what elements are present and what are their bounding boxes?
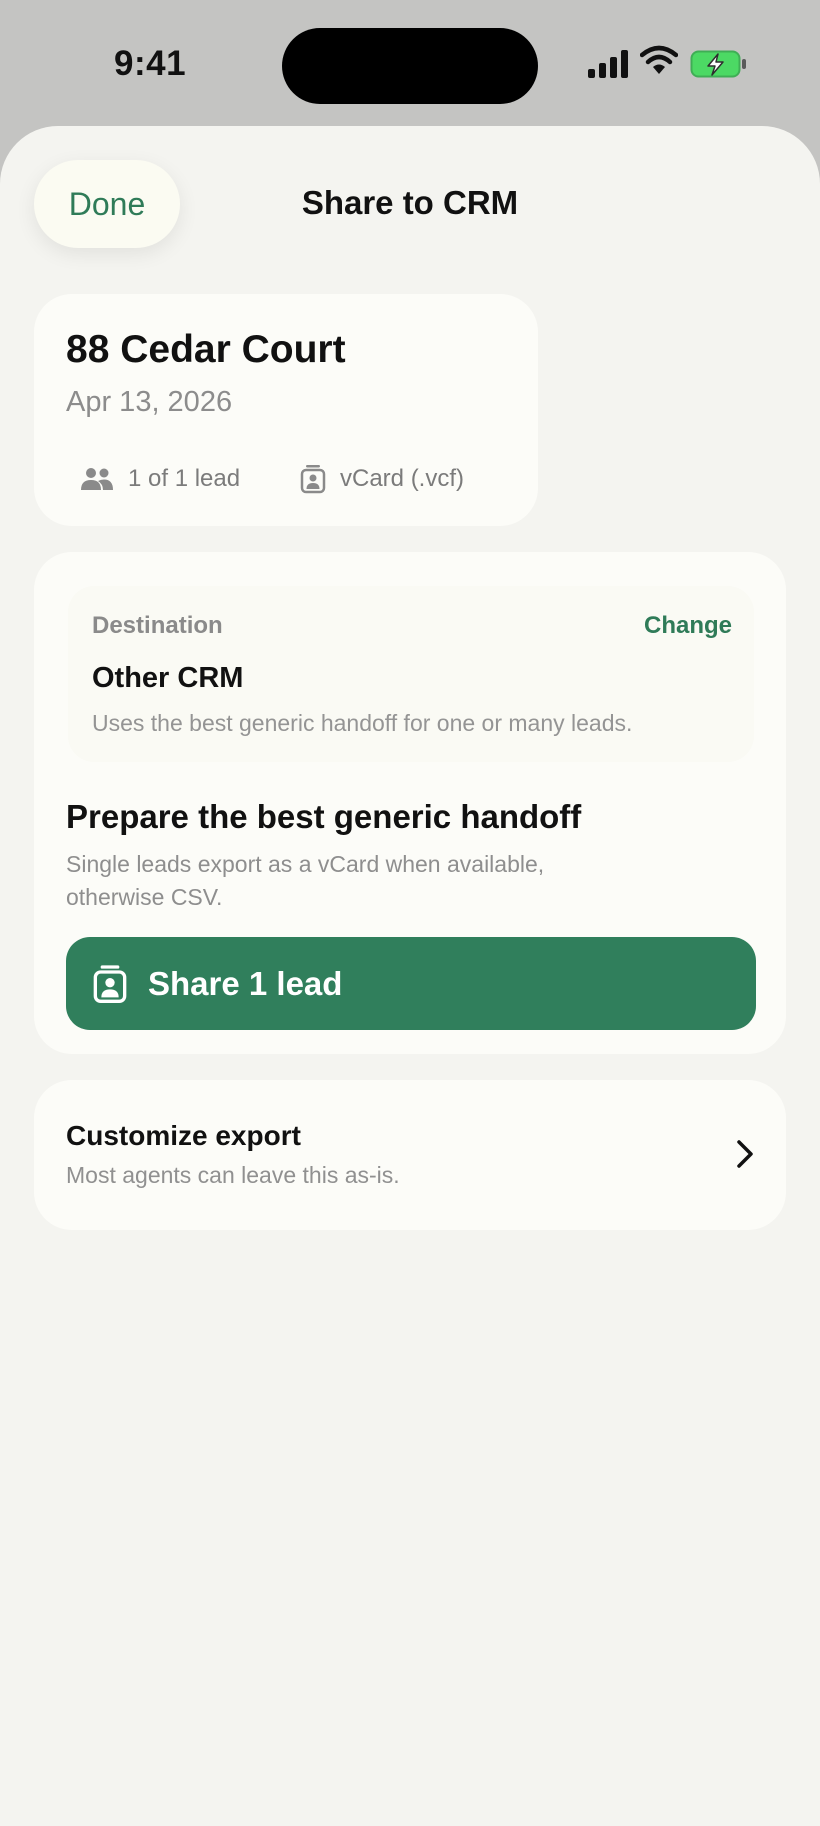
customize-title: Customize export bbox=[66, 1120, 301, 1151]
customize-description: Most agents can leave this as-is. bbox=[66, 1162, 400, 1188]
format-text: vCard (.vcf) bbox=[340, 465, 465, 492]
contact-card-icon bbox=[300, 465, 326, 494]
people-icon bbox=[81, 468, 113, 490]
summary-card: 88 Cedar Court Apr 13, 2026 1 of 1 lead … bbox=[34, 294, 538, 526]
wifi-icon bbox=[640, 45, 678, 74]
done-button[interactable]: Done bbox=[34, 160, 180, 248]
share-lead-button[interactable]: Share 1 lead bbox=[66, 937, 756, 1030]
chevron-right-icon bbox=[737, 1140, 753, 1168]
share-sheet: Share to CRM Done 88 Cedar Court Apr 13,… bbox=[0, 126, 820, 1826]
customize-export-row[interactable]: Customize export Most agents can leave t… bbox=[34, 1080, 786, 1230]
share-lead-label: Share 1 lead bbox=[148, 964, 343, 1002]
dynamic-island bbox=[282, 28, 538, 104]
destination-name: Other CRM bbox=[92, 662, 244, 694]
destination-description: Uses the best generic handoff for one or… bbox=[92, 710, 633, 736]
property-date: Apr 13, 2026 bbox=[66, 386, 233, 418]
battery-charging-icon bbox=[690, 50, 746, 78]
handoff-description: Single leads export as a vCard when avai… bbox=[66, 851, 545, 910]
status-bar: 9:41 bbox=[0, 0, 820, 130]
destination-label: Destination bbox=[92, 612, 223, 639]
handoff-title: Prepare the best generic handoff bbox=[66, 798, 582, 835]
status-time: 9:41 bbox=[114, 44, 187, 83]
destination-panel: Destination Change Other CRM Uses the be… bbox=[68, 586, 754, 762]
contact-card-icon bbox=[93, 964, 127, 1003]
format-chip: vCard (.vcf) bbox=[284, 454, 480, 504]
destination-card: Destination Change Other CRM Uses the be… bbox=[34, 552, 786, 1054]
change-destination-button[interactable]: Change bbox=[644, 612, 732, 640]
lead-count-chip: 1 of 1 lead bbox=[64, 454, 256, 504]
property-address: 88 Cedar Court bbox=[66, 328, 346, 371]
lead-count-text: 1 of 1 lead bbox=[128, 465, 241, 492]
signal-icon bbox=[588, 50, 628, 78]
